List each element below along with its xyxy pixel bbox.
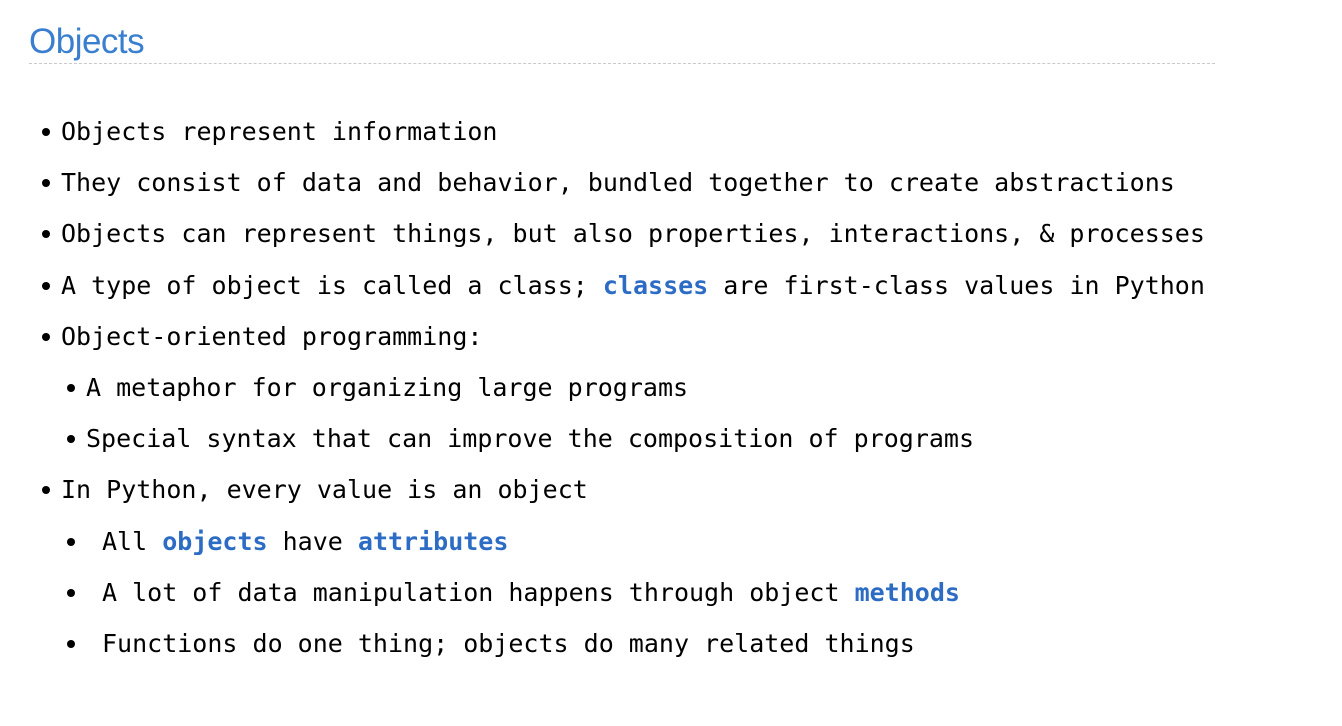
bullet-text-part: A lot of data manipulation happens throu…: [102, 577, 855, 607]
keyword-classes: classes: [602, 270, 709, 300]
bullet-text: Functions do one thing; objects do many …: [102, 628, 915, 658]
bullet-text: Objects represent information: [61, 117, 498, 146]
bullet-dot-icon: [67, 639, 75, 648]
bullet-text-part: have: [267, 526, 358, 556]
keyword-methods: methods: [854, 577, 960, 607]
slide-title: Objects: [29, 22, 145, 61]
bullet-dot-icon: [42, 230, 50, 239]
bullet-text: A lot of data manipulation happens throu…: [102, 567, 960, 618]
title-divider: [29, 63, 1215, 64]
bullet-text: They consist of data and behavior, bundl…: [61, 168, 1175, 198]
bullet-text: Special syntax that can improve the comp…: [86, 424, 975, 454]
bullet-dot-icon: [67, 588, 75, 597]
keyword-objects: objects: [162, 526, 268, 556]
bullet-text: Objects can represent things, but also p…: [61, 219, 1205, 249]
bullet-dot-icon: [42, 281, 50, 290]
bullet-text: A type of object is called a class; clas…: [61, 260, 1205, 311]
bullet-text-part: All: [102, 526, 163, 556]
bullet-text: A metaphor for organizing large programs: [86, 372, 689, 402]
bullet-text-part: are first-class values in Python: [708, 270, 1205, 300]
bullet-text: In Python, every value is an object: [61, 475, 588, 505]
bullet-text: All objects have attributes: [102, 516, 508, 567]
bullet-dot-icon: [42, 486, 50, 495]
bullet-dot-icon: [67, 537, 75, 546]
keyword-attributes: attributes: [357, 526, 509, 556]
bullet-dot-icon: [42, 128, 50, 136]
bullet-dot-icon: [67, 435, 75, 444]
bullet-dot-icon: [42, 332, 50, 341]
bullet-text: Object-oriented programming:: [61, 321, 483, 351]
bullet-dot-icon: [42, 179, 50, 188]
bullet-dot-icon: [67, 383, 75, 392]
bullet-text-part: A type of object is called a class;: [61, 270, 603, 300]
